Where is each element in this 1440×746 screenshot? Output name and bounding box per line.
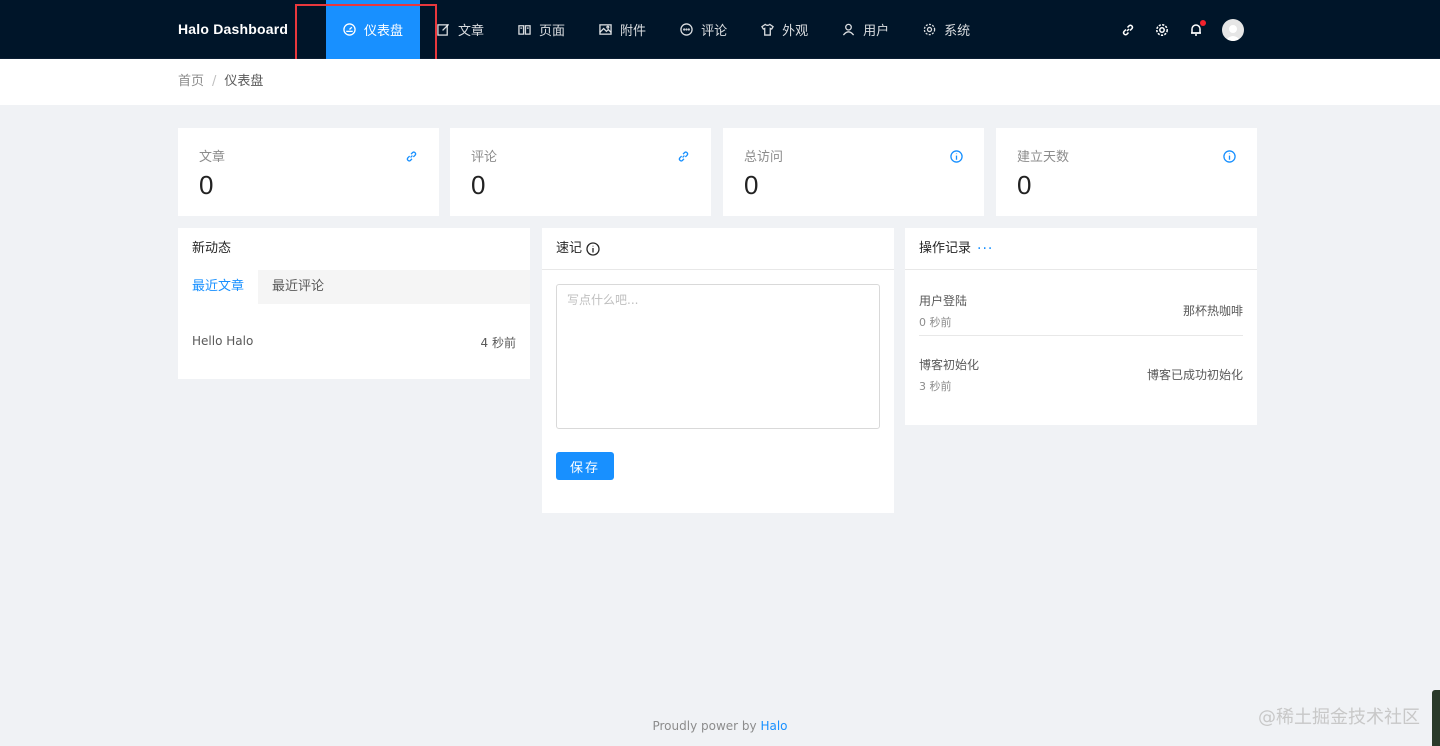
notifications-button[interactable]: [1188, 19, 1206, 38]
tab-recent-comments[interactable]: 最近评论: [258, 270, 338, 304]
nav-item-pages[interactable]: 页面: [501, 0, 582, 59]
stat-info-button[interactable]: [1223, 148, 1236, 163]
stat-label: 总访问: [744, 150, 784, 165]
nav-label: 仪表盘: [364, 24, 404, 39]
header-actions: [1120, 0, 1244, 59]
tab-recent-posts[interactable]: 最近文章: [178, 270, 259, 304]
logs-panel: 操作记录 ··· 用户登陆 0 秒前 那杯热咖啡 博客初始化 3 秒前 博客已成…: [905, 228, 1257, 425]
nav-label: 附件: [620, 24, 647, 39]
log-type: 博客初始化: [919, 358, 980, 372]
stat-info-button[interactable]: [950, 148, 963, 163]
log-time: 0 秒前: [919, 316, 952, 329]
stat-value: 0: [199, 170, 214, 200]
stat-link-button[interactable]: [677, 148, 690, 162]
setting-icon: [923, 23, 936, 36]
nav-label: 文章: [458, 24, 485, 39]
nav-label: 系统: [944, 24, 971, 39]
stat-label: 文章: [199, 150, 226, 165]
top-navbar: Halo Dashboard 仪表盘 文章 页面 附件 评论 外观 用户 系统: [0, 0, 1440, 59]
logs-title: 操作记录: [919, 240, 972, 256]
picture-icon: [599, 24, 612, 35]
post-time: 4 秒前: [480, 336, 516, 350]
dashboard-icon: [343, 23, 356, 36]
notes-panel: 速记 保存: [542, 228, 894, 513]
activity-tabs: 最近文章 最近评论: [178, 270, 530, 304]
more-icon[interactable]: ···: [977, 228, 993, 270]
stat-label: 评论: [471, 150, 498, 165]
info-icon: [950, 150, 963, 163]
log-content: 那杯热咖啡: [1182, 304, 1243, 318]
logs-header: 操作记录 ···: [905, 228, 1257, 270]
post-title[interactable]: Hello Halo: [192, 334, 253, 351]
edit-icon: [437, 23, 450, 36]
stat-label: 建立天数: [1017, 150, 1070, 165]
list-item: 用户登陆 0 秒前 那杯热咖啡: [919, 272, 1243, 336]
footer-text: Proudly power by: [652, 719, 761, 733]
stat-card-comments: 评论 0: [450, 128, 711, 216]
settings-button[interactable]: [1154, 22, 1170, 38]
book-icon: [518, 25, 531, 35]
link-icon: [406, 151, 417, 162]
breadcrumb-separator: /: [212, 74, 217, 89]
activity-panel: 新动态 最近文章 最近评论 Hello Halo 4 秒前: [178, 228, 530, 379]
breadcrumb: 首页 / 仪表盘: [178, 59, 263, 105]
stat-value: 0: [1017, 170, 1032, 200]
link-icon: [1122, 24, 1134, 35]
notes-title: 速记: [556, 240, 583, 256]
notification-dot: [1200, 19, 1206, 26]
nav-item-posts[interactable]: 文章: [420, 0, 501, 59]
nav-item-attachments[interactable]: 附件: [582, 0, 663, 59]
nav-item-system[interactable]: 系统: [906, 0, 987, 59]
skin-icon: [761, 23, 775, 36]
stat-value: 0: [471, 170, 486, 200]
avatar-icon: [1225, 24, 1241, 41]
breadcrumb-bar: 首页 / 仪表盘: [0, 59, 1440, 105]
log-time: 3 秒前: [919, 380, 952, 393]
brand-logo[interactable]: Halo Dashboard: [178, 0, 288, 59]
message-icon: [680, 23, 693, 36]
stat-card-posts: 文章 0: [178, 128, 439, 216]
nav-item-users[interactable]: 用户: [825, 0, 906, 59]
notes-input[interactable]: [556, 284, 880, 429]
save-button[interactable]: 保存: [556, 452, 614, 480]
nav-item-appearance[interactable]: 外观: [744, 0, 825, 59]
log-type: 用户登陆: [919, 294, 968, 308]
list-item[interactable]: Hello Halo 4 秒前: [178, 334, 530, 351]
stat-card-visits: 总访问 0: [723, 128, 984, 216]
stat-link-button[interactable]: [405, 148, 418, 162]
log-content: 博客已成功初始化: [1146, 368, 1243, 382]
user-avatar[interactable]: [1222, 18, 1244, 41]
link-icon: [678, 151, 689, 162]
watermark: @稀土掘金技术社区: [1258, 707, 1420, 728]
nav-item-dashboard[interactable]: 仪表盘: [326, 0, 421, 59]
breadcrumb-current: 仪表盘: [224, 74, 264, 89]
edge-widget: [1432, 690, 1440, 746]
footer: Proudly power by Halo: [0, 719, 1440, 733]
stat-card-days: 建立天数 0: [996, 128, 1257, 216]
list-item: 博客初始化 3 秒前 博客已成功初始化: [919, 336, 1243, 400]
footer-link[interactable]: Halo: [760, 719, 787, 733]
info-icon[interactable]: [586, 241, 600, 256]
visit-site-button[interactable]: [1120, 22, 1136, 38]
main-nav: 仪表盘 文章 页面 附件 评论 外观 用户 系统: [326, 0, 987, 59]
logs-list: 用户登陆 0 秒前 那杯热咖啡 博客初始化 3 秒前 博客已成功初始化: [905, 270, 1257, 400]
nav-label: 评论: [701, 24, 728, 39]
nav-item-comments[interactable]: 评论: [663, 0, 744, 59]
activity-title: 新动态: [192, 241, 232, 256]
info-icon: [1223, 150, 1236, 163]
stat-value: 0: [744, 170, 759, 200]
user-icon: [842, 23, 855, 36]
nav-label: 用户: [863, 24, 890, 39]
notes-header: 速记: [542, 228, 894, 270]
breadcrumb-home[interactable]: 首页: [178, 74, 204, 89]
gear-icon: [1156, 23, 1168, 36]
nav-label: 页面: [539, 24, 566, 39]
nav-label: 外观: [782, 24, 809, 39]
